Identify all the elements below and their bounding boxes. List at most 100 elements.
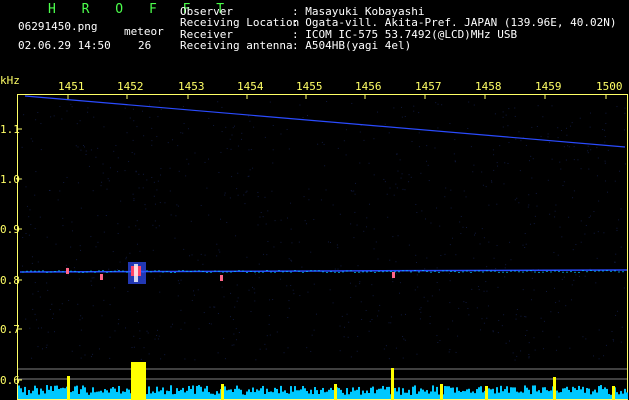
activity-bar (276, 389, 278, 399)
noise-dot (486, 291, 487, 292)
activity-bar (468, 389, 470, 399)
noise-dot (588, 152, 589, 153)
noise-dot (566, 135, 567, 136)
noise-dot (129, 253, 130, 254)
noise-dot (291, 229, 292, 230)
noise-dot (449, 273, 450, 274)
activity-bar (586, 388, 588, 399)
noise-dot (230, 197, 231, 198)
noise-dot (259, 264, 260, 265)
noise-dot (237, 285, 238, 286)
noise-dot (357, 265, 358, 266)
noise-dot (255, 359, 256, 360)
noise-dot (118, 323, 119, 324)
noise-dot (515, 360, 516, 361)
noise-dot (569, 348, 570, 349)
noise-dot (216, 255, 217, 256)
noise-dot (402, 189, 403, 190)
noise-dot (238, 195, 239, 196)
noise-dot (463, 227, 464, 228)
noise-dot (147, 331, 148, 332)
activity-bar (564, 388, 566, 399)
noise-dot (588, 169, 589, 170)
noise-dot (436, 208, 437, 209)
noise-dot (344, 327, 345, 328)
signal-dot (590, 270, 592, 271)
noise-dot (23, 114, 24, 115)
noise-dot (137, 244, 138, 245)
signal-dot (498, 272, 500, 273)
activity-bar (92, 387, 94, 399)
activity-bar (120, 393, 122, 399)
activity-bar (82, 385, 84, 399)
signal-dot (162, 272, 164, 273)
noise-dot (299, 295, 300, 296)
noise-dot (156, 227, 157, 228)
noise-dot (204, 312, 205, 313)
activity-bar (58, 389, 60, 399)
noise-dot (567, 145, 568, 146)
activity-bar (156, 387, 158, 399)
noise-dot (424, 297, 425, 298)
noise-dot (359, 163, 360, 164)
activity-bar (450, 388, 452, 399)
noise-dot (62, 225, 63, 226)
activity-bar (412, 387, 414, 399)
activity-bar (478, 387, 480, 399)
signal-dot (250, 271, 252, 272)
noise-dot (624, 287, 625, 288)
activity-bar (370, 388, 372, 399)
noise-dot (80, 315, 81, 316)
noise-dot (571, 299, 572, 300)
noise-dot (594, 233, 595, 234)
noise-dot (186, 159, 187, 160)
noise-dot (498, 320, 499, 321)
activity-bar (476, 389, 478, 399)
activity-bar (596, 393, 598, 399)
signal-dot (154, 270, 156, 271)
noise-dot (452, 238, 453, 239)
activity-bar (426, 390, 428, 399)
signal-dot (442, 270, 444, 271)
activity-bar (72, 391, 74, 399)
activity-bar (36, 388, 38, 399)
noise-dot (87, 112, 88, 113)
noise-dot (233, 127, 234, 128)
noise-dot (526, 145, 527, 146)
noise-dot (267, 210, 268, 211)
activity-bar (22, 392, 24, 399)
noise-dot (415, 204, 416, 205)
signal-dot (522, 272, 524, 273)
noise-dot (153, 250, 154, 251)
activity-bar (228, 390, 230, 399)
noise-dot (585, 338, 586, 339)
noise-dot (417, 274, 418, 275)
noise-dot (330, 289, 331, 290)
noise-dot (357, 225, 358, 226)
noise-dot (269, 324, 270, 325)
noise-dot (225, 193, 226, 194)
noise-dot (395, 261, 396, 262)
noise-dot (159, 336, 160, 337)
noise-dot (563, 185, 564, 186)
noise-dot (224, 296, 225, 297)
noise-dot (387, 217, 388, 218)
noise-dot (210, 307, 211, 308)
activity-bar (504, 389, 506, 399)
signal-dot (170, 272, 172, 273)
noise-dot (491, 182, 492, 183)
activity-bar (374, 393, 376, 399)
noise-dot (350, 223, 351, 224)
noise-dot (260, 349, 261, 350)
noise-dot (354, 212, 355, 213)
activity-bar (54, 386, 56, 399)
noise-dot (159, 101, 160, 102)
noise-dot (171, 214, 172, 215)
signal-dot (490, 271, 492, 272)
noise-dot (288, 300, 289, 301)
noise-dot (561, 130, 562, 131)
noise-dot (497, 287, 498, 288)
signal-dot (578, 272, 580, 273)
noise-dot (145, 208, 146, 209)
noise-dot (267, 335, 268, 336)
